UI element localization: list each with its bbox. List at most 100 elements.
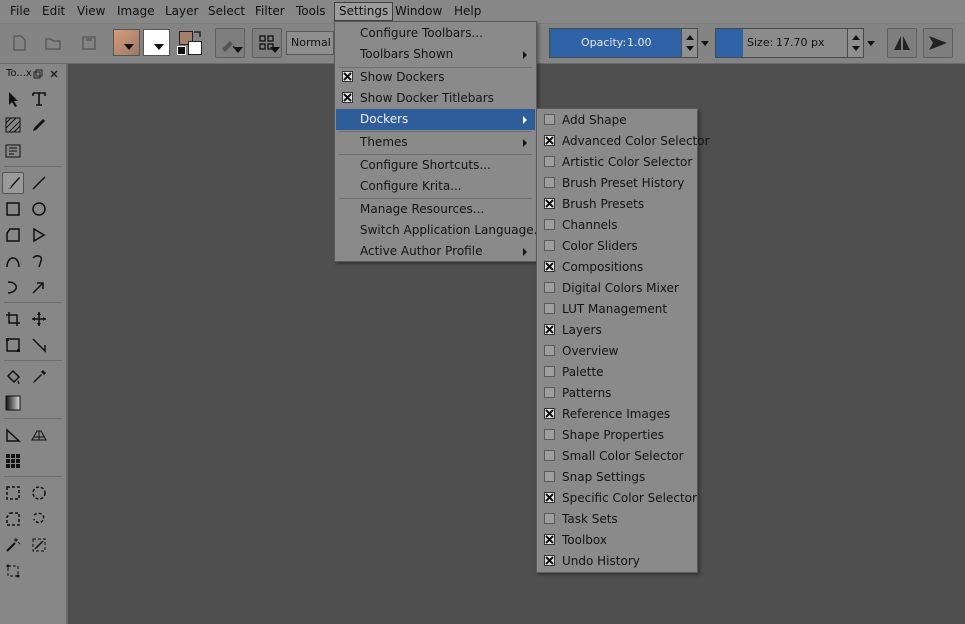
float-docker-icon[interactable] (33, 69, 43, 79)
checkbox-checked-icon[interactable] (544, 261, 555, 272)
gradient-swatch[interactable] (113, 29, 140, 56)
checkbox-unchecked-icon[interactable] (544, 366, 555, 377)
color-picker-tool[interactable] (28, 366, 50, 388)
checkbox-checked-icon[interactable] (544, 492, 555, 503)
polygonal-selection-tool[interactable] (2, 508, 24, 530)
ellipse-tool[interactable] (28, 198, 50, 220)
menu-item-configure-krita[interactable]: Configure Krita... (336, 176, 535, 197)
contiguous-selection-tool[interactable] (2, 534, 24, 556)
checkbox-unchecked-icon[interactable] (544, 282, 555, 293)
transform-tool[interactable] (2, 334, 24, 356)
text-tool[interactable] (28, 88, 50, 110)
docker-item-compositions[interactable]: Compositions (538, 257, 696, 278)
grid-tool[interactable] (2, 450, 24, 472)
save-button[interactable] (74, 28, 104, 58)
menu-select[interactable]: Select (204, 2, 249, 21)
bezier-selection-tool[interactable] (2, 560, 24, 582)
docker-item-artistic-color-selector[interactable]: Artistic Color Selector (538, 152, 696, 173)
gradient-tool[interactable] (2, 392, 24, 414)
checkbox-checked-icon[interactable] (544, 135, 555, 146)
docker-item-digital-colors-mixer[interactable]: Digital Colors Mixer (538, 278, 696, 299)
docker-item-color-sliders[interactable]: Color Sliders (538, 236, 696, 257)
open-document-button[interactable] (38, 28, 68, 58)
measure-tool[interactable] (28, 334, 50, 356)
checkbox-unchecked-icon[interactable] (544, 114, 555, 125)
docker-item-snap-settings[interactable]: Snap Settings (538, 467, 696, 488)
fg-bg-color-selector[interactable] (177, 29, 205, 57)
menu-item-active-author-profile[interactable]: Active Author Profile (336, 241, 535, 262)
rectangular-selection-tool[interactable] (2, 482, 24, 504)
checkbox-checked-icon[interactable] (544, 324, 555, 335)
assistant-tool[interactable] (2, 424, 24, 446)
menu-edit[interactable]: Edit (38, 2, 69, 21)
docker-item-brush-preset-history[interactable]: Brush Preset History (538, 173, 696, 194)
checkbox-unchecked-icon[interactable] (544, 450, 555, 461)
freehand-selection-tool[interactable] (28, 508, 50, 530)
bezier-curve-tool[interactable] (2, 250, 24, 272)
swap-colors-icon[interactable] (193, 29, 203, 39)
spin-down-icon[interactable] (852, 46, 860, 51)
docker-item-task-sets[interactable]: Task Sets (538, 509, 696, 530)
background-color-swatch[interactable] (188, 41, 202, 55)
send-button[interactable] (923, 28, 953, 58)
polyline-tool[interactable] (28, 224, 50, 246)
spin-up-icon[interactable] (852, 35, 860, 40)
checkbox-checked-icon[interactable] (342, 92, 353, 103)
menu-filter[interactable]: Filter (251, 2, 289, 21)
docker-item-brush-presets[interactable]: Brush Presets (538, 194, 696, 215)
brush-preset-button[interactable] (215, 28, 245, 58)
docker-item-toolbox[interactable]: Toolbox (538, 530, 696, 551)
crop-tool[interactable] (2, 308, 24, 330)
docker-item-small-color-selector[interactable]: Small Color Selector (538, 446, 696, 467)
checkbox-unchecked-icon[interactable] (544, 387, 555, 398)
menu-item-switch-language[interactable]: Switch Application Language... (336, 220, 545, 241)
menu-layer[interactable]: Layer (161, 2, 202, 21)
docker-item-specific-color-selector[interactable]: Specific Color Selector (538, 488, 697, 509)
new-document-button[interactable] (4, 28, 34, 58)
polygon-tool[interactable] (2, 224, 24, 246)
fill-tool[interactable] (2, 366, 24, 388)
docker-item-shape-properties[interactable]: Shape Properties (538, 425, 696, 446)
menu-item-themes[interactable]: Themes (336, 132, 535, 153)
checkbox-unchecked-icon[interactable] (544, 513, 555, 524)
freehand-path-tool[interactable] (28, 250, 50, 272)
opacity-spinner[interactable] (681, 29, 697, 57)
workspace-button[interactable] (252, 28, 282, 58)
calligraphy-tool[interactable] (28, 114, 50, 136)
mirror-horizontal-button[interactable] (887, 28, 917, 58)
checkbox-unchecked-icon[interactable] (544, 240, 555, 251)
menu-help[interactable]: Help (450, 2, 485, 21)
docker-item-reference-images[interactable]: Reference Images (538, 404, 696, 425)
pattern-swatch[interactable] (143, 29, 170, 56)
menu-item-configure-toolbars[interactable]: Configure Toolbars... (336, 23, 535, 44)
menu-item-show-docker-titlebars[interactable]: Show Docker Titlebars (336, 88, 535, 109)
menu-file[interactable]: File (6, 2, 34, 21)
edit-shapes-tool[interactable] (2, 114, 24, 136)
checkbox-checked-icon[interactable] (342, 71, 353, 82)
checkbox-checked-icon[interactable] (544, 408, 555, 419)
similar-color-selection-tool[interactable] (28, 534, 50, 556)
checkbox-unchecked-icon[interactable] (544, 177, 555, 188)
close-docker-icon[interactable] (49, 69, 59, 79)
docker-item-overview[interactable]: Overview (538, 341, 696, 362)
checkbox-checked-icon[interactable] (544, 555, 555, 566)
checkbox-unchecked-icon[interactable] (544, 429, 555, 440)
opacity-slider[interactable]: Opacity: 1.00 (549, 28, 698, 58)
perspective-grid-tool[interactable] (28, 424, 50, 446)
blend-mode-combo[interactable]: Normal (286, 31, 334, 55)
checkbox-checked-icon[interactable] (544, 534, 555, 545)
gradient-edit-tool[interactable] (2, 140, 24, 162)
menu-item-show-dockers[interactable]: Show Dockers (336, 67, 535, 88)
size-spinner[interactable] (847, 29, 863, 57)
checkbox-unchecked-icon[interactable] (544, 471, 555, 482)
menu-item-toolbars-shown[interactable]: Toolbars Shown (336, 44, 535, 65)
size-slider[interactable]: Size: 17.70 px (715, 28, 864, 58)
docker-item-layers[interactable]: Layers (538, 320, 696, 341)
freehand-brush-tool[interactable] (2, 172, 24, 194)
checkbox-unchecked-icon[interactable] (544, 303, 555, 314)
line-tool[interactable] (28, 172, 50, 194)
menu-window[interactable]: Window (391, 2, 446, 21)
docker-item-lut-management[interactable]: LUT Management (538, 299, 696, 320)
select-shapes-tool[interactable] (2, 88, 24, 110)
menu-item-dockers[interactable]: Dockers (336, 109, 535, 130)
